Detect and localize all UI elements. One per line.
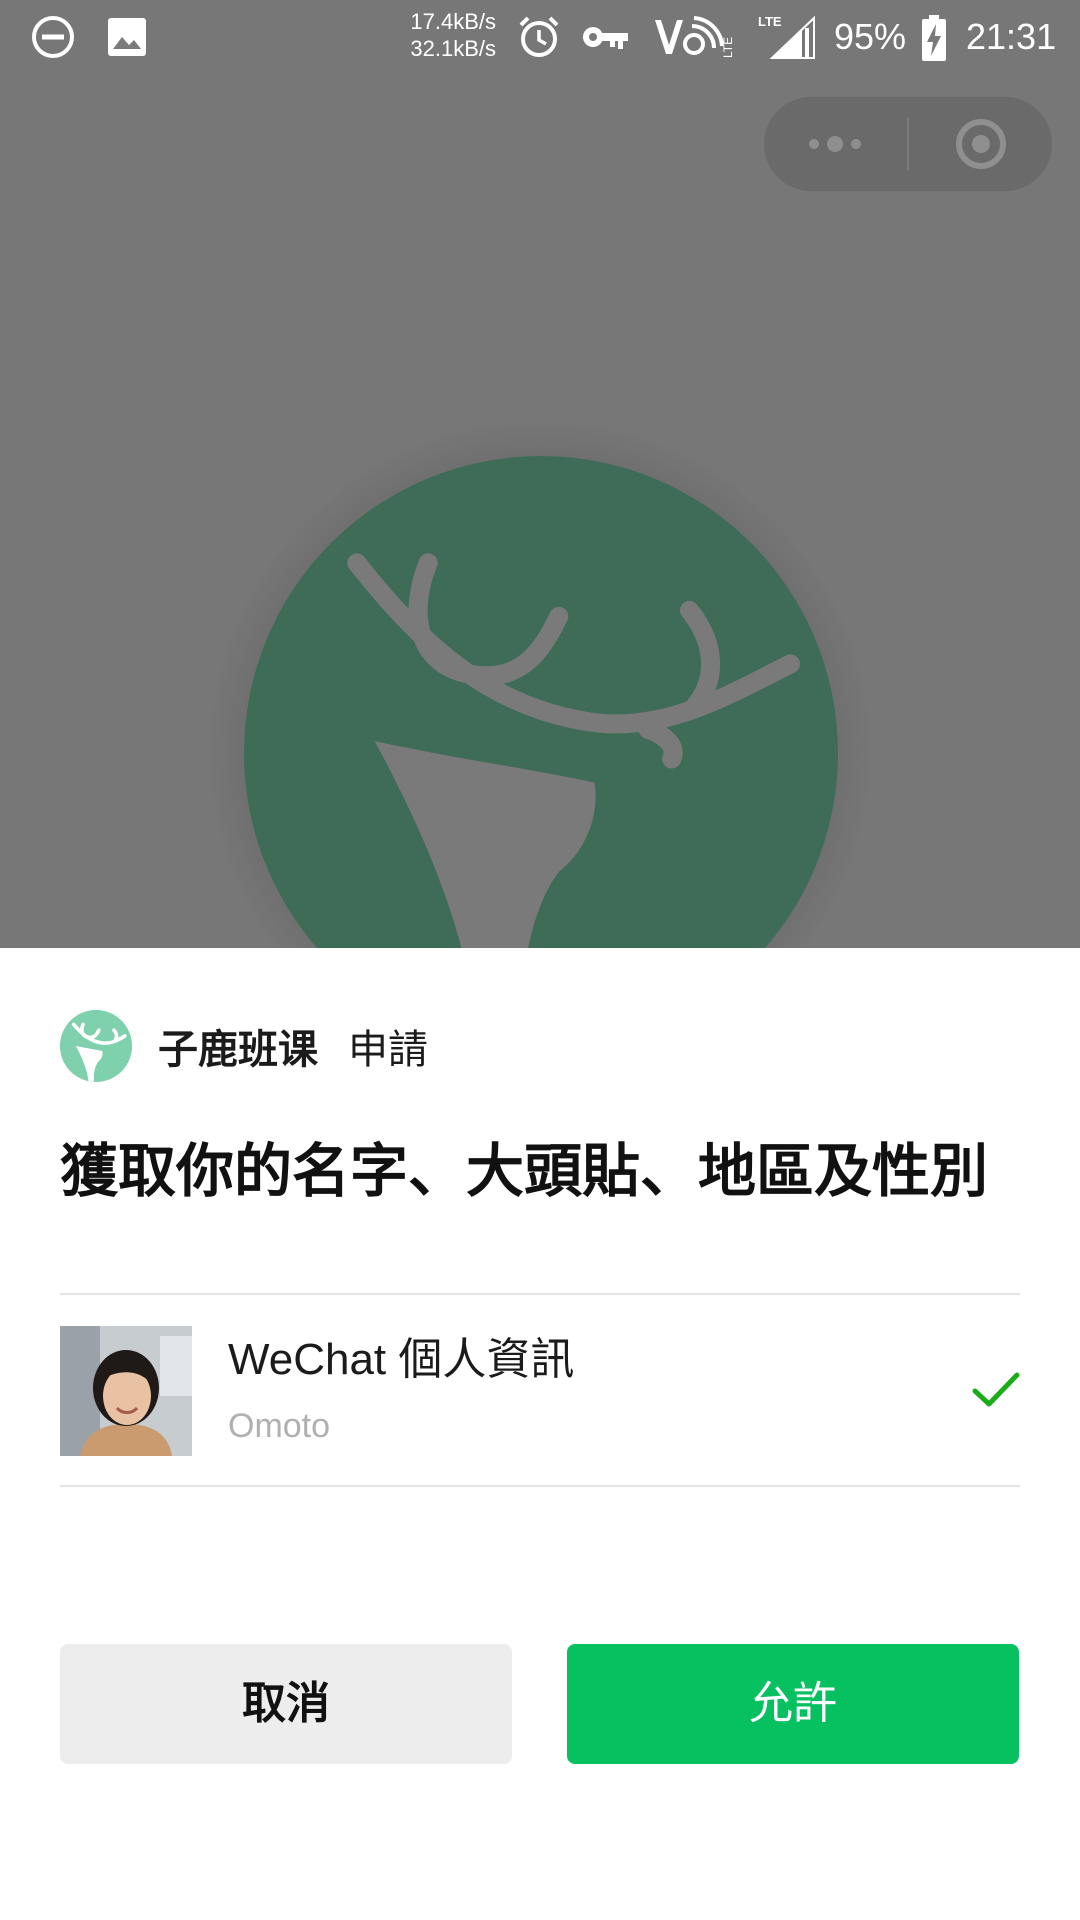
allow-button[interactable]: 允許 bbox=[567, 1644, 1019, 1764]
permission-title: 獲取你的名字、大頭貼、地區及性別 bbox=[60, 1137, 989, 1205]
authorization-sheet: 子鹿班课 申請 獲取你的名字、大頭貼、地區及性別 WeChat 個人資訊 Omo… bbox=[0, 948, 1080, 1920]
checkmark-icon bbox=[972, 1372, 1020, 1407]
more-dots-icon[interactable] bbox=[800, 124, 870, 164]
network-speed: 17.4kB/s 32.1kB/s bbox=[392, 8, 496, 62]
divider-top bbox=[60, 1293, 1020, 1295]
divider-bottom bbox=[60, 1485, 1020, 1487]
target-close-icon[interactable] bbox=[954, 117, 1008, 171]
svg-text:LTE: LTE bbox=[721, 37, 735, 58]
download-speed: 32.1kB/s bbox=[410, 36, 496, 61]
volte-icon: LTE bbox=[655, 16, 735, 58]
alarm-icon bbox=[519, 16, 559, 57]
upload-speed: 17.4kB/s bbox=[410, 9, 496, 34]
account-nickname: Omoto bbox=[228, 1407, 331, 1445]
capsule-divider bbox=[907, 117, 909, 171]
app-name: 子鹿班课 bbox=[158, 1027, 318, 1073]
clock: 21:31 bbox=[966, 16, 1057, 57]
account-title: WeChat 個人資訊 bbox=[228, 1335, 575, 1384]
dnd-icon bbox=[32, 16, 74, 58]
vpn-key-icon bbox=[583, 27, 628, 49]
avatar bbox=[60, 1326, 192, 1456]
mini-program-capsule bbox=[764, 97, 1052, 191]
battery-charging-icon bbox=[922, 15, 946, 61]
app-logo-icon bbox=[60, 1010, 132, 1082]
cancel-button[interactable]: 取消 bbox=[60, 1644, 512, 1764]
deer-antler-logo-icon bbox=[244, 456, 838, 948]
lte-signal-icon: LTE bbox=[758, 14, 815, 59]
account-option[interactable]: WeChat 個人資訊 Omoto bbox=[60, 1326, 1020, 1456]
svg-text:LTE: LTE bbox=[758, 14, 782, 29]
battery-percent: 95% bbox=[834, 16, 907, 57]
status-bar: 17.4kB/s 32.1kB/s LTE LTE 95% 21:31 bbox=[0, 0, 1080, 74]
image-icon bbox=[108, 18, 146, 56]
requesting-app: 子鹿班课 申請 bbox=[60, 1010, 428, 1082]
request-label: 申請 bbox=[348, 1027, 428, 1073]
